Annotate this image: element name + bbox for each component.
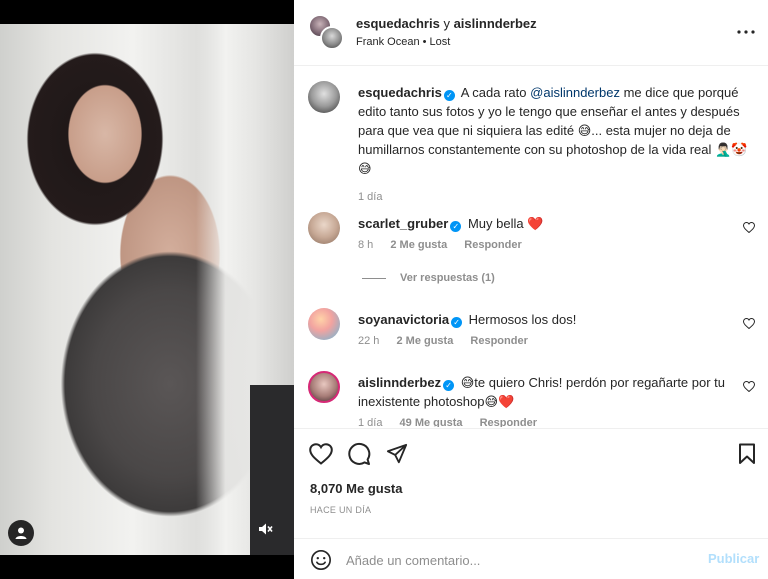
- likes-count[interactable]: 8,070 Me gusta: [310, 481, 403, 496]
- post-media[interactable]: [0, 0, 294, 579]
- collab-avatars[interactable]: [308, 14, 344, 50]
- avatar[interactable]: [308, 371, 340, 403]
- reply-button[interactable]: Responder: [470, 335, 527, 347]
- username-link[interactable]: soyanavictoria: [358, 312, 449, 327]
- post-actions: 8,070 Me gusta HACE UN DÍA: [294, 428, 768, 528]
- verified-badge-icon: ✓: [443, 90, 455, 101]
- caption-text: esquedachris ✓ A cada rato @aislinnderbez…: [358, 83, 758, 178]
- verified-badge-icon: ✓: [451, 317, 463, 328]
- avatar[interactable]: [308, 81, 340, 113]
- mention-link[interactable]: @aislinnderbez: [530, 85, 620, 100]
- reply-button[interactable]: Responder: [464, 239, 521, 251]
- comment-likes-count[interactable]: 2 Me gusta: [390, 239, 447, 251]
- username-link[interactable]: scarlet_gruber: [358, 216, 448, 231]
- share-send-icon[interactable]: [384, 441, 410, 467]
- comment-bubble-icon[interactable]: [346, 441, 372, 467]
- like-comment-heart-icon[interactable]: [742, 220, 756, 234]
- emoji-icon[interactable]: [308, 547, 334, 573]
- comment-body: Hermosos los dos!: [468, 312, 577, 327]
- tagged-user-icon[interactable]: [8, 520, 34, 546]
- username-link[interactable]: aislinnderbez: [358, 375, 441, 390]
- comment-meta: 8 h 2 Me gusta Responder: [358, 239, 536, 251]
- comment-text: soyanavictoria ✓ Hermosos los dos!: [358, 310, 738, 329]
- collab-usernames: esquedachris y aislinnderbez: [356, 16, 537, 31]
- username-link[interactable]: esquedachris: [358, 85, 442, 100]
- like-heart-icon[interactable]: [308, 441, 334, 467]
- comment-text: scarlet_gruber ✓ Muy bella ❤️: [358, 214, 738, 233]
- comment-body: Muy bella ❤️: [467, 216, 544, 231]
- comment-meta: 22 h 2 Me gusta Responder: [358, 335, 542, 347]
- avatar: [320, 26, 344, 50]
- save-bookmark-icon[interactable]: [734, 441, 760, 467]
- comment-timestamp[interactable]: 1 día: [358, 417, 382, 427]
- comment-text: aislinnderbez ✓ 😅te quiero Chris! perdón …: [358, 373, 738, 411]
- post-timestamp[interactable]: HACE UN DÍA: [310, 505, 371, 515]
- mute-icon[interactable]: [252, 516, 278, 542]
- caption-body: A cada rato: [460, 85, 527, 100]
- post-details-panel: esquedachris y aislinnderbez Frank Ocean…: [294, 0, 768, 579]
- avatar[interactable]: [308, 308, 340, 340]
- verified-badge-icon: ✓: [450, 221, 462, 232]
- comment-meta: 1 día 49 Me gusta Responder: [358, 417, 551, 427]
- view-replies-button[interactable]: Ver respuestas (1): [362, 272, 495, 284]
- view-replies-label: Ver respuestas (1): [400, 272, 495, 284]
- like-comment-heart-icon[interactable]: [742, 316, 756, 330]
- audio-link[interactable]: Frank Ocean • Lost: [356, 36, 450, 48]
- username-link[interactable]: esquedachris: [356, 16, 440, 31]
- post-header: esquedachris y aislinnderbez Frank Ocean…: [294, 0, 768, 66]
- comment-timestamp[interactable]: 8 h: [358, 239, 373, 251]
- comment-timestamp[interactable]: 22 h: [358, 335, 379, 347]
- comment-likes-count[interactable]: 49 Me gusta: [400, 417, 463, 427]
- conjunction: y: [443, 16, 450, 31]
- comment-input[interactable]: [346, 550, 686, 570]
- more-options-icon[interactable]: [734, 22, 758, 42]
- comment-composer: Publicar: [294, 538, 768, 579]
- reply-button[interactable]: Responder: [480, 417, 537, 427]
- like-comment-heart-icon[interactable]: [742, 379, 756, 393]
- publish-button[interactable]: Publicar: [708, 551, 759, 566]
- verified-badge-icon: ✓: [443, 380, 455, 391]
- caption-timestamp[interactable]: 1 día: [358, 191, 382, 203]
- reply-divider: [362, 277, 386, 279]
- avatar[interactable]: [308, 212, 340, 244]
- comments-scroll-area[interactable]: esquedachris ✓ A cada rato @aislinnderbez…: [294, 67, 768, 427]
- comment-likes-count[interactable]: 2 Me gusta: [396, 335, 453, 347]
- username-link[interactable]: aislinnderbez: [454, 16, 537, 31]
